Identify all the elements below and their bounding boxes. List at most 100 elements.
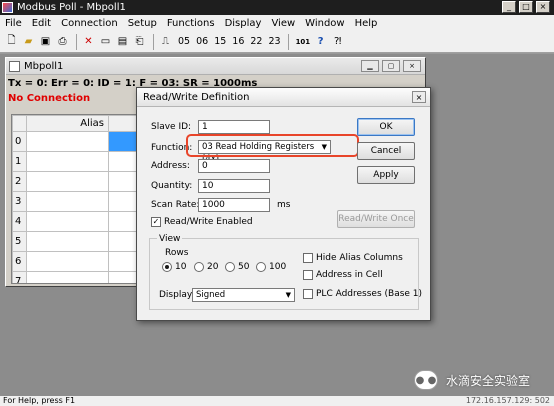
open-folder-icon[interactable]: ▰ [21, 34, 36, 49]
quantity-field[interactable]: 10 [198, 179, 270, 193]
new-file-icon[interactable]: 🗋 [4, 34, 19, 49]
address-field[interactable]: 0 [198, 159, 270, 173]
minimize-button[interactable]: _ [502, 1, 516, 13]
slave-id-label: Slave ID: [151, 122, 192, 132]
function-16-button[interactable]: 16 [232, 36, 244, 47]
menu-file[interactable]: File [0, 18, 27, 29]
hide-alias-columns-checkbox[interactable] [303, 253, 313, 263]
help-icon[interactable]: ? [313, 34, 328, 49]
alias-cell[interactable] [26, 171, 109, 192]
mbpoll1-title-bar: Mbpoll1 ▁ ▢ × [6, 58, 425, 75]
alias-cell[interactable] [26, 231, 109, 252]
document-icon [9, 60, 20, 72]
rows-100-label: 100 [269, 262, 287, 272]
save-icon[interactable]: ▣ [38, 34, 53, 49]
menu-window[interactable]: Window [300, 18, 349, 29]
menu-edit[interactable]: Edit [27, 18, 56, 29]
cancel-button[interactable]: Cancel [357, 142, 415, 160]
menu-display[interactable]: Display [220, 18, 267, 29]
alias-cell[interactable] [26, 271, 109, 283]
status-bar: For Help, press F1 172.16.157.129: 502 [0, 396, 554, 406]
function-06-button[interactable]: 06 [196, 36, 208, 47]
address-in-cell-label: Address in Cell [316, 270, 383, 280]
dialog-title: Read/Write Definition [143, 91, 250, 103]
alias-cell[interactable] [26, 211, 109, 232]
pulse-icon[interactable]: ⎍ [158, 34, 173, 49]
menu-connection[interactable]: Connection [56, 18, 123, 29]
rows-20-radio[interactable] [194, 262, 204, 272]
read-write-enabled-label: Read/Write Enabled [164, 217, 253, 227]
menu-help[interactable]: Help [350, 18, 383, 29]
app-icon [2, 2, 13, 13]
rows-100-radio[interactable] [256, 262, 266, 272]
toolbar-divider [76, 33, 77, 50]
display-label: Display: [159, 290, 195, 300]
printer-stack-icon[interactable]: ⎗ [132, 34, 147, 49]
read-write-once-button[interactable]: Read/Write Once [337, 210, 415, 228]
rows-10-radio[interactable] [162, 262, 172, 272]
ok-button[interactable]: OK [357, 118, 415, 136]
alias-cell[interactable] [26, 191, 109, 212]
status-connection-address: 172.16.157.129: 502 [465, 396, 550, 405]
row-index: 4 [12, 211, 27, 232]
alias-cell[interactable] [26, 151, 109, 172]
alias-column-header: Alias [26, 115, 109, 132]
hide-alias-columns-label: Hide Alias Columns [316, 253, 403, 263]
scan-rate-label: Scan Rate: [151, 200, 200, 210]
function-22-button[interactable]: 22 [250, 36, 262, 47]
view-label: View [157, 234, 183, 244]
address-label: Address: [151, 161, 190, 171]
print-icon[interactable]: ⎙ [55, 34, 70, 49]
apply-button[interactable]: Apply [357, 166, 415, 184]
read-write-definition-dialog: Read/Write Definition × Slave ID: 1 Func… [136, 87, 431, 321]
highlight-box [186, 134, 359, 157]
scan-rate-unit: ms [277, 200, 291, 210]
toolbar-divider [287, 33, 289, 50]
chevron-down-icon: ▼ [285, 291, 291, 299]
slave-id-field[interactable]: 1 [198, 120, 270, 134]
plc-addresses-checkbox[interactable] [303, 289, 313, 299]
plc-addresses-label: PLC Addresses (Base 1) [316, 289, 423, 299]
alias-cell[interactable] [26, 131, 109, 152]
dialog-close-button[interactable]: × [412, 91, 426, 103]
read-write-definition-icon[interactable]: ▤ [115, 34, 130, 49]
child-close-button[interactable]: × [403, 60, 421, 72]
function-15-button[interactable]: 15 [214, 36, 226, 47]
connection-status: No Connection [8, 93, 91, 104]
watermark-text: 水滴安全实验室 [446, 373, 531, 388]
function-23-button[interactable]: 23 [268, 36, 280, 47]
rows-10-label: 10 [175, 262, 187, 272]
alias-cell[interactable] [26, 251, 109, 272]
function-05-button[interactable]: 05 [178, 36, 190, 47]
rows-50-label: 50 [238, 262, 250, 272]
quantity-label: Quantity: [151, 181, 193, 191]
address-in-cell-checkbox[interactable] [303, 270, 313, 280]
communication-traffic-button[interactable]: 101 [296, 38, 311, 46]
close-button[interactable]: × [536, 1, 550, 13]
scan-rate-field[interactable]: 1000 [198, 198, 270, 212]
watermark: ● ● 水滴安全实验室 [414, 370, 530, 390]
row-index: 6 [12, 251, 27, 272]
child-minimize-button[interactable]: ▁ [361, 60, 379, 72]
maximize-button[interactable]: □ [519, 1, 533, 13]
toolbar: 🗋 ▰ ▣ ⎙ ✕ ▭ ▤ ⎗ ⎍ 05 06 15 16 22 23 101 … [0, 31, 554, 53]
menu-view[interactable]: View [266, 18, 300, 29]
window-controls: _ □ × [502, 1, 550, 13]
rows-50-radio[interactable] [225, 262, 235, 272]
display-select[interactable]: Signed ▼ [192, 288, 295, 302]
child-restore-button[interactable]: ▢ [382, 60, 400, 72]
read-write-enabled-checkbox[interactable]: ✓ [151, 217, 161, 227]
window-icon[interactable]: ▭ [98, 34, 113, 49]
rows-20-label: 20 [207, 262, 219, 272]
context-help-icon[interactable]: ⁈ [330, 34, 345, 49]
menu-functions[interactable]: Functions [162, 18, 220, 29]
dialog-title-bar: Read/Write Definition × [137, 88, 430, 107]
app-title-bar: Modbus Poll - Mbpoll1 _ □ × [0, 0, 554, 15]
row-index: 2 [12, 171, 27, 192]
disconnect-icon[interactable]: ✕ [81, 34, 96, 49]
status-help-text: For Help, press F1 [3, 396, 76, 405]
grid-corner [12, 115, 27, 132]
mbpoll1-title: Mbpoll1 [24, 60, 64, 72]
row-index: 1 [12, 151, 27, 172]
menu-setup[interactable]: Setup [123, 18, 162, 29]
